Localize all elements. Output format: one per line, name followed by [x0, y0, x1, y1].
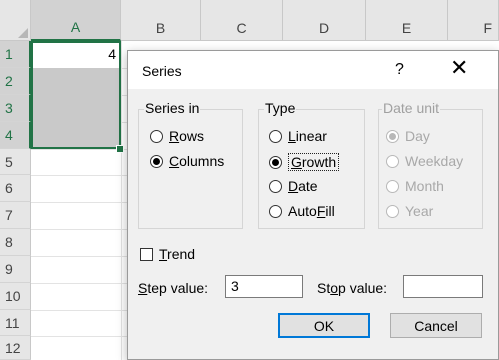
- radio-unselected-icon: [269, 129, 282, 143]
- trend-checkbox[interactable]: Trend: [140, 246, 195, 262]
- autofill-label: AutoFill: [288, 203, 335, 219]
- cell-a1[interactable]: 4: [32, 42, 120, 67]
- trend-label: Trend: [159, 246, 196, 262]
- day-label: Day: [405, 128, 430, 144]
- weekday-label: Weekday: [405, 153, 464, 169]
- row-header-1[interactable]: 1: [0, 41, 31, 68]
- selected-range[interactable]: [32, 68, 120, 148]
- fill-handle[interactable]: [116, 145, 124, 153]
- column-header-c[interactable]: C: [201, 0, 283, 41]
- row-header-10[interactable]: 10: [0, 283, 31, 310]
- radio-selected-icon: [269, 155, 282, 169]
- radio-unselected-icon: [386, 204, 399, 218]
- rows-radio[interactable]: Rows: [150, 128, 204, 144]
- radio-unselected-icon: [386, 154, 399, 168]
- date-unit-label: Date unit: [382, 100, 441, 116]
- close-button[interactable]: ✕: [450, 57, 468, 79]
- column-header-d[interactable]: D: [283, 0, 366, 41]
- year-radio[interactable]: Year: [386, 203, 433, 219]
- radio-unselected-icon: [150, 129, 163, 143]
- linear-radio[interactable]: Linear: [269, 128, 327, 144]
- linear-label: Linear: [288, 128, 327, 144]
- type-label: Type: [264, 100, 297, 116]
- row-header-5[interactable]: 5: [0, 149, 31, 175]
- close-icon: ✕: [450, 55, 469, 80]
- columns-radio[interactable]: Columns: [150, 153, 224, 169]
- row-header-2[interactable]: 2: [0, 68, 31, 95]
- month-radio[interactable]: Month: [386, 178, 444, 194]
- column-header-a[interactable]: A: [31, 0, 121, 41]
- row-header-6[interactable]: 6: [0, 175, 31, 202]
- step-value-input[interactable]: 3: [225, 275, 303, 298]
- column-header-b[interactable]: B: [121, 0, 201, 41]
- rows-label: Rows: [169, 128, 205, 144]
- day-radio[interactable]: Day: [386, 128, 430, 144]
- ok-button[interactable]: OK: [278, 313, 370, 338]
- stop-value-label: Stop value:: [317, 280, 388, 296]
- columns-label: Columns: [169, 153, 225, 169]
- row-header-7[interactable]: 7: [0, 202, 31, 229]
- row-header-11[interactable]: 11: [0, 310, 31, 336]
- checkbox-icon: [140, 247, 153, 261]
- year-label: Year: [405, 203, 434, 219]
- radio-unselected-icon: [269, 204, 282, 218]
- radio-selected-icon: [150, 154, 163, 168]
- row-header-9[interactable]: 9: [0, 256, 31, 283]
- select-all-corner[interactable]: [0, 0, 31, 41]
- series-in-label: Series in: [144, 100, 201, 116]
- series-dialog: Series ? ✕ Series in Rows Columns Type L…: [127, 50, 499, 360]
- growth-radio[interactable]: Growth: [269, 153, 340, 171]
- row-header-12[interactable]: 12: [0, 336, 31, 360]
- weekday-radio[interactable]: Weekday: [386, 153, 463, 169]
- column-header-e[interactable]: E: [366, 0, 448, 41]
- radio-unselected-icon: [386, 179, 399, 193]
- autofill-radio[interactable]: AutoFill: [269, 203, 335, 219]
- help-button[interactable]: ?: [395, 61, 404, 79]
- date-label: Date: [288, 178, 318, 194]
- row-header-8[interactable]: 8: [0, 229, 31, 256]
- month-label: Month: [405, 178, 444, 194]
- cancel-button[interactable]: Cancel: [390, 313, 482, 338]
- column-header-f[interactable]: F: [448, 0, 499, 41]
- step-value-label: Step value:: [138, 280, 209, 296]
- radio-unselected-icon: [269, 179, 282, 193]
- series-in-group: [138, 109, 243, 229]
- dialog-title: Series: [142, 63, 182, 79]
- row-header-3[interactable]: 3: [0, 95, 31, 122]
- dialog-titlebar[interactable]: Series ? ✕: [128, 51, 498, 89]
- select-all-icon: [18, 28, 28, 38]
- gridline: [121, 41, 122, 360]
- row-header-4[interactable]: 4: [0, 122, 31, 149]
- date-radio[interactable]: Date: [269, 178, 318, 194]
- stop-value-input[interactable]: [403, 275, 483, 298]
- radio-selected-icon: [386, 129, 399, 143]
- growth-label: Growth: [288, 153, 340, 171]
